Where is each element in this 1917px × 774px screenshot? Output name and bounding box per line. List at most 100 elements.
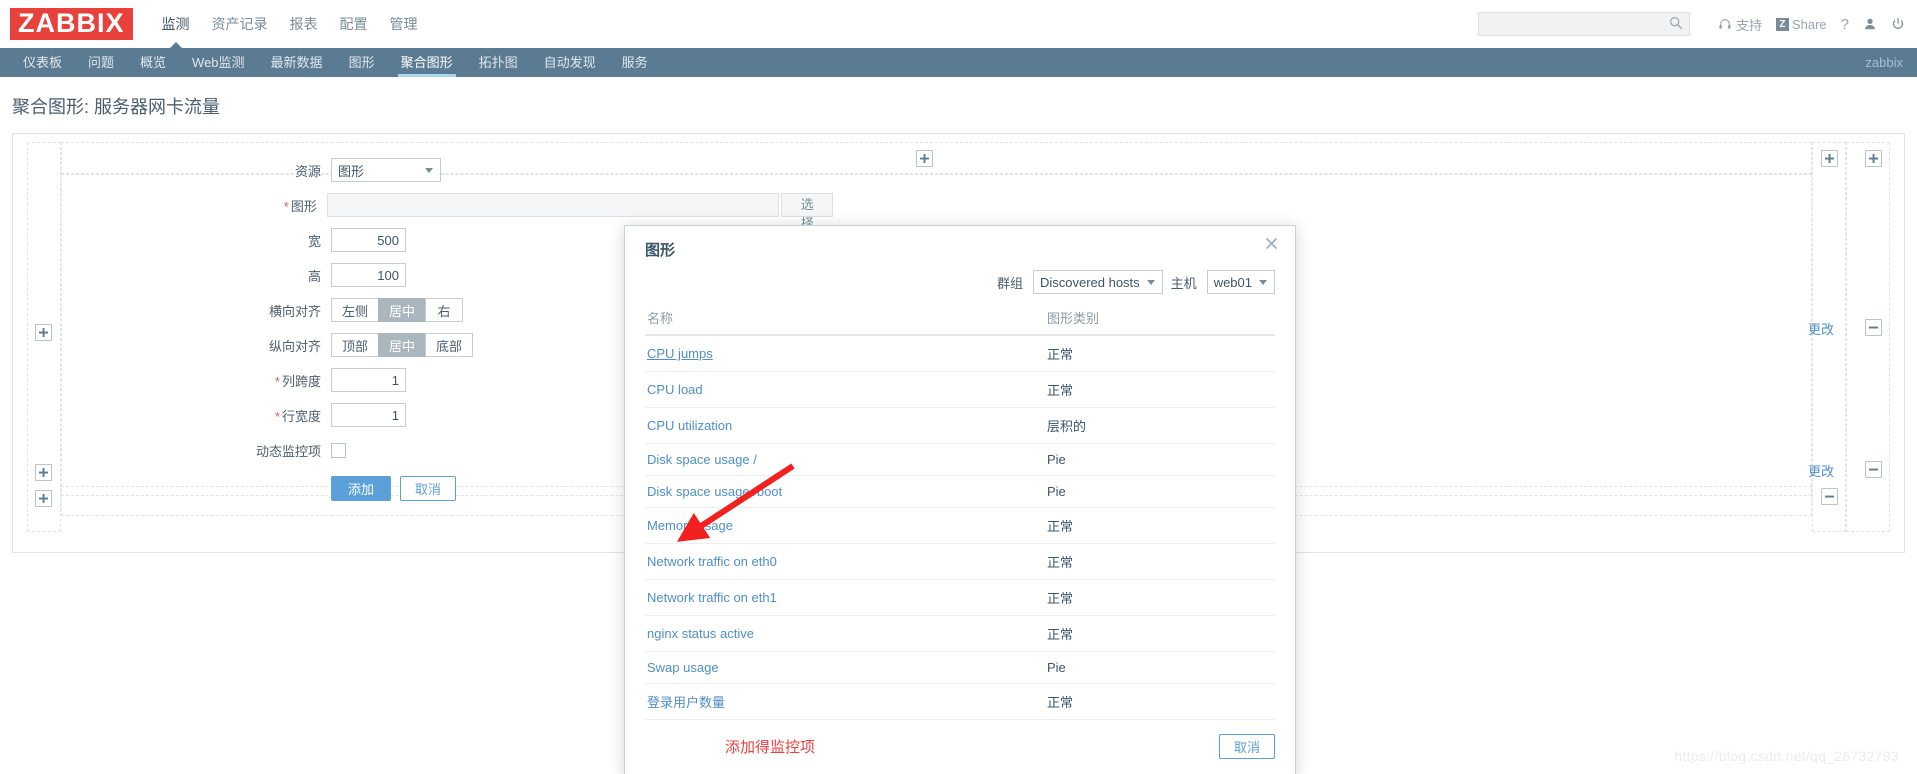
column-header-type: 图形类别 [1045, 304, 1275, 336]
chevron-down-icon [1259, 280, 1267, 285]
help-link[interactable]: ? [1841, 16, 1849, 33]
halign-option-left[interactable]: 左侧 [331, 298, 379, 322]
form-row-resource: 资源 图形 [73, 158, 833, 182]
add-column-center-button[interactable] [916, 150, 933, 167]
graph-label-text: 图形 [290, 198, 317, 214]
subnav-dashboard[interactable]: 仪表板 [10, 48, 75, 77]
subnav-latest-data[interactable]: 最新数据 [258, 48, 336, 77]
halign-option-center[interactable]: 居中 [378, 298, 426, 322]
graph-link[interactable]: Network traffic on eth1 [647, 590, 777, 605]
graph-type-cell: 正常 [1045, 543, 1275, 580]
required-marker: * [274, 373, 280, 389]
dialog-title: 图形 [645, 242, 676, 259]
share-link[interactable]: Z Share [1775, 17, 1827, 32]
graph-link[interactable]: Memory usage [647, 518, 733, 533]
close-icon[interactable] [1265, 237, 1281, 253]
dialog-cancel-button[interactable]: 取消 [1218, 734, 1275, 759]
rowspan-input[interactable] [331, 403, 406, 427]
main-nav-administration[interactable]: 管理 [379, 0, 429, 48]
rowspan-label: * 行宽度 [73, 406, 331, 425]
graph-list-table: 名称 图形类别 CPU jumps 正常 CPU load 正常 CPU utili… [645, 304, 1275, 720]
required-marker: * [283, 198, 289, 214]
cancel-button[interactable]: 取消 [400, 476, 457, 501]
group-label: 群组 [996, 275, 1023, 291]
graph-link[interactable]: CPU load [647, 382, 703, 397]
graph-type-cell: 正常 [1045, 683, 1275, 720]
remove-column-button-1[interactable] [1865, 319, 1882, 336]
table-header-row: 名称 图形类别 [645, 304, 1275, 336]
power-icon [1891, 17, 1905, 31]
user-icon [1863, 17, 1877, 31]
add-column-right-button[interactable] [1865, 150, 1882, 167]
group-select[interactable]: Discovered hosts [1032, 270, 1163, 294]
graph-name-cell: Disk space usage /boot [645, 475, 1045, 508]
main-navigation: 监测 资产记录 报表 配置 管理 [151, 0, 429, 49]
dialog-body: 名称 图形类别 CPU jumps 正常 CPU load 正常 CPU utili… [625, 304, 1295, 720]
table-head: 名称 图形类别 [645, 304, 1275, 336]
subnav-web-monitoring[interactable]: Web监测 [179, 48, 258, 77]
support-link[interactable]: 支持 [1718, 15, 1762, 34]
halign-segmented-control: 左侧 居中 右 [331, 298, 464, 322]
add-row-left-button-3[interactable] [35, 490, 52, 507]
width-input[interactable] [331, 228, 406, 252]
graph-link[interactable]: CPU utilization [647, 418, 732, 433]
colspan-input[interactable] [331, 368, 406, 392]
width-label: 宽 [307, 233, 321, 249]
group-select-value: Discovered hosts [1039, 274, 1140, 290]
change-link-row-2[interactable]: 更改 [1808, 461, 1834, 480]
remove-row-button[interactable] [1821, 488, 1838, 505]
table-row: Disk space usage / Pie [645, 443, 1275, 476]
main-nav-configuration[interactable]: 配置 [329, 0, 379, 48]
height-input[interactable] [331, 263, 406, 287]
add-row-left-button-2[interactable] [35, 464, 52, 481]
valign-label: 纵向对齐 [268, 338, 321, 354]
colspan-label: * 列跨度 [73, 371, 331, 390]
add-row-right-button[interactable] [1821, 150, 1838, 167]
signout-link[interactable] [1891, 17, 1905, 31]
graph-input[interactable] [326, 193, 780, 217]
graph-name-cell: CPU load [645, 371, 1045, 408]
halign-option-right[interactable]: 右 [425, 298, 464, 322]
host-select[interactable]: web01 [1206, 270, 1275, 294]
add-button[interactable]: 添加 [331, 476, 392, 501]
subnav-problems[interactable]: 问题 [75, 48, 127, 77]
graph-link[interactable]: 登录用户数量 [647, 695, 725, 710]
graph-link[interactable]: CPU jumps [647, 346, 713, 361]
chevron-down-icon [1146, 280, 1155, 285]
dynamic-item-checkbox[interactable] [331, 442, 346, 458]
subnav-maps[interactable]: 拓扑图 [466, 48, 531, 77]
subnav-screens[interactable]: 聚合图形 [388, 48, 466, 77]
graph-select-button[interactable]: 选择 [781, 193, 833, 231]
subnav-overview[interactable]: 概览 [127, 48, 179, 77]
subnav-discovery[interactable]: 自动发现 [531, 48, 609, 77]
resource-select[interactable]: 图形 [331, 158, 441, 182]
graph-link[interactable]: Disk space usage / [647, 452, 757, 467]
valign-option-middle[interactable]: 居中 [378, 333, 426, 357]
user-profile-link[interactable] [1863, 17, 1877, 31]
halign-label: 横向对齐 [268, 303, 321, 319]
change-link-row-1[interactable]: 更改 [1808, 319, 1834, 338]
subnav-graphs[interactable]: 图形 [336, 48, 388, 77]
remove-column-button-2[interactable] [1865, 461, 1882, 478]
valign-option-top[interactable]: 顶部 [331, 333, 379, 357]
main-nav-monitoring[interactable]: 监测 [151, 0, 201, 49]
graph-link[interactable]: nginx status active [647, 626, 754, 641]
graph-name-cell: nginx status active [645, 615, 1045, 652]
search-input[interactable] [1484, 16, 1669, 32]
graph-link[interactable]: Network traffic on eth0 [647, 554, 777, 569]
main-nav-reports[interactable]: 报表 [279, 0, 329, 48]
main-nav-inventory[interactable]: 资产记录 [201, 0, 279, 48]
table-row: Disk space usage /boot Pie [645, 475, 1275, 508]
add-row-left-button-1[interactable] [35, 324, 52, 341]
zabbix-share-icon: Z [1775, 17, 1789, 31]
graph-name-cell: Network traffic on eth1 [645, 579, 1045, 616]
graph-link[interactable]: Swap usage [647, 660, 719, 675]
search-icon [1669, 16, 1683, 33]
graph-link[interactable]: Disk space usage /boot [647, 484, 782, 499]
top-header: ZABBIX 监测 资产记录 报表 配置 管理 支持 Z Share ? [0, 0, 1917, 49]
valign-option-bottom[interactable]: 底部 [425, 333, 474, 357]
required-marker: * [274, 408, 280, 424]
current-user-label: zabbix [1865, 55, 1903, 70]
global-search[interactable] [1477, 12, 1690, 36]
subnav-services[interactable]: 服务 [609, 48, 661, 77]
